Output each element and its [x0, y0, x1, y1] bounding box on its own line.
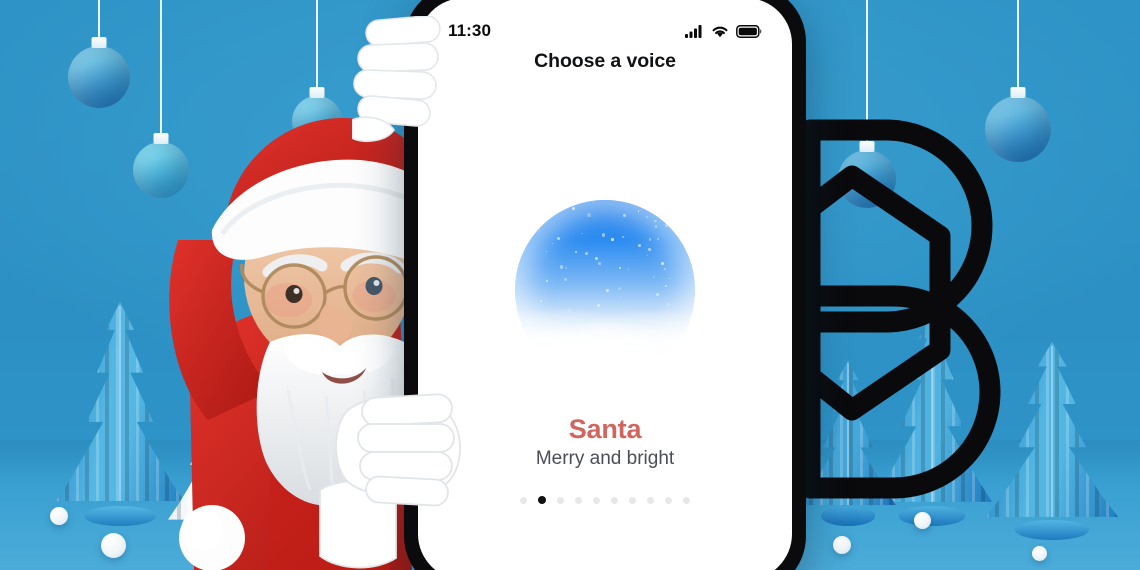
pager-dot[interactable]	[647, 496, 654, 504]
snowball-5	[1032, 546, 1047, 561]
tree-seam	[119, 306, 121, 502]
tree-base	[84, 506, 156, 526]
pager-dot[interactable]	[575, 496, 582, 504]
santa-gloved-hand-top	[352, 16, 448, 146]
signal-bars-icon	[685, 24, 702, 38]
ornament-string	[316, 0, 318, 96]
ornament-top-left	[68, 0, 130, 108]
ornament-cap	[859, 141, 875, 152]
snowy-sky-avatar[interactable]	[515, 200, 695, 380]
pager-dot[interactable]	[683, 496, 690, 504]
tree-blue-right-b	[986, 342, 1118, 540]
phone-screen: 11:30 Choose a voice Santa Merry and bri…	[418, 0, 792, 570]
snowball-2	[101, 533, 126, 558]
tree-base	[1015, 520, 1089, 540]
pager-dot[interactable]	[557, 496, 564, 504]
tree-base	[821, 506, 875, 526]
ornament-cap	[153, 133, 169, 144]
ornament-ball	[68, 46, 130, 108]
voice-tagline: Merry and bright	[535, 448, 675, 469]
page-title: Choose a voice	[534, 50, 676, 72]
wifi-icon	[712, 26, 728, 37]
battery-full-icon	[736, 24, 762, 38]
pager-dot[interactable]	[520, 496, 527, 504]
status-bar-time: 11:30	[448, 21, 492, 40]
avatar-speck	[661, 213, 665, 216]
pager-dot[interactable]	[593, 496, 600, 504]
ornament-cap	[309, 87, 325, 98]
snowball-3	[914, 512, 931, 529]
voice-name: Santa	[568, 414, 642, 444]
santa-gloved-hand-bottom	[318, 382, 468, 570]
promo-scene: 11:30 Choose a voice Santa Merry and bri…	[0, 0, 1140, 570]
status-bar: 11:30	[418, 18, 792, 44]
snowball-4	[833, 536, 851, 554]
ornament-cap	[1010, 87, 1026, 98]
ornament-string	[1017, 0, 1019, 96]
pager-dot[interactable]	[629, 496, 636, 504]
pager-dot[interactable]	[665, 496, 672, 504]
snowball-1	[50, 507, 68, 525]
ornament-cap	[91, 37, 107, 48]
pager-dot[interactable]	[611, 496, 618, 504]
tree-seam	[1051, 345, 1053, 517]
status-bar-icons	[685, 24, 762, 38]
carousel-pager[interactable]	[418, 496, 792, 504]
avatar-edge-fade	[515, 200, 695, 380]
pager-dot-active[interactable]	[538, 496, 546, 504]
brand-logo-watermark	[790, 118, 1002, 500]
tree-base	[898, 506, 966, 526]
